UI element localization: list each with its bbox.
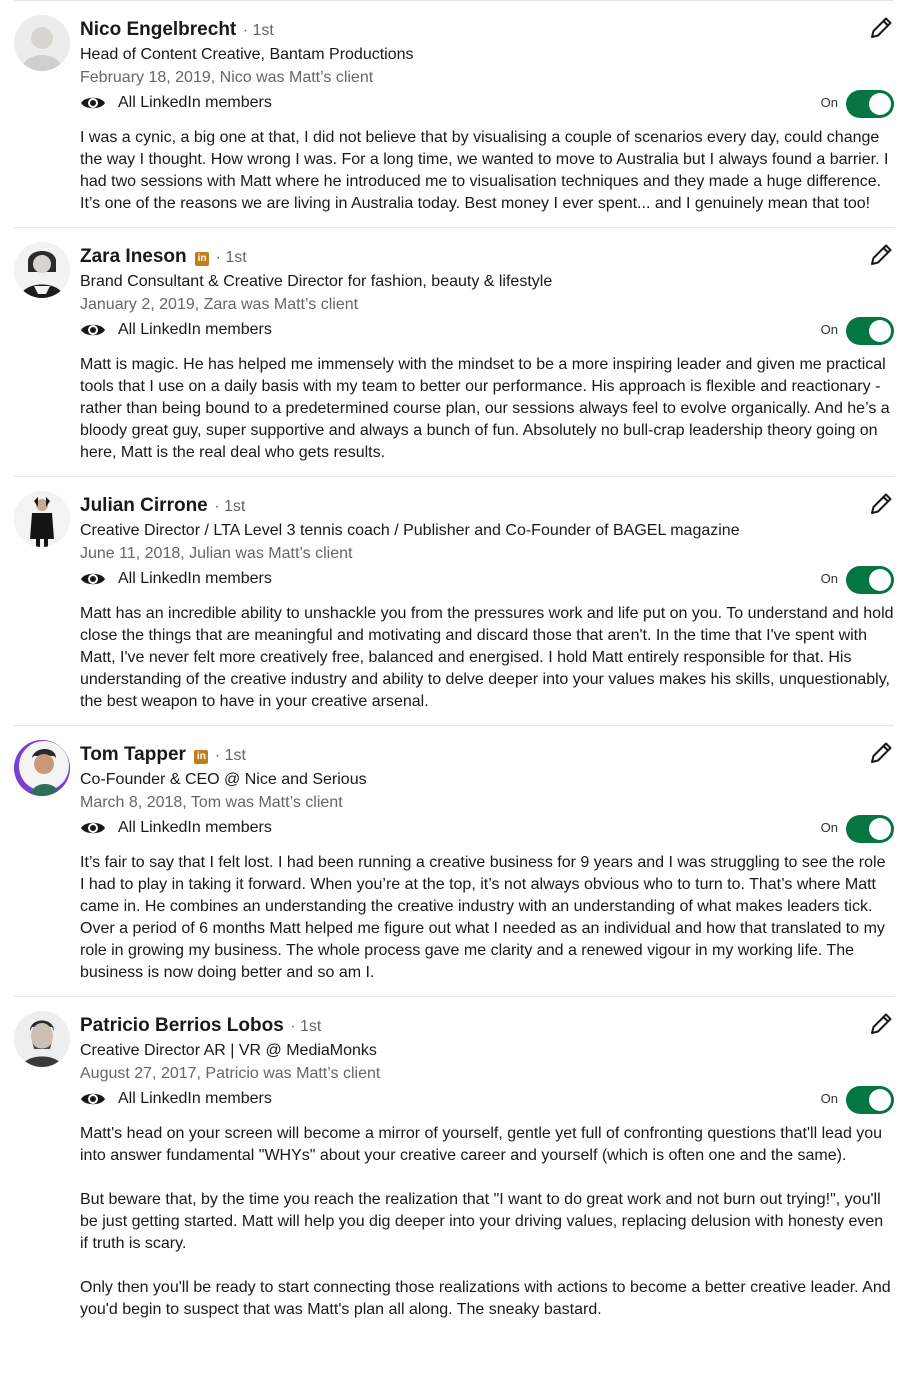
- toggle-state-label: On: [820, 820, 838, 835]
- avatar[interactable]: [14, 1011, 70, 1067]
- recommendation-text: Matt's head on your screen will become a…: [80, 1125, 891, 1318]
- recommender-headline: Creative Director AR | VR @ MediaMonks: [80, 1042, 377, 1059]
- eye-icon: [81, 573, 105, 585]
- recommendation-card: Nico Engelbrecht · 1st Head of Content C…: [14, 0, 894, 227]
- visibility-toggle[interactable]: [846, 317, 894, 345]
- avatar[interactable]: [14, 491, 70, 547]
- recommendations-list: Nico Engelbrecht · 1st Head of Content C…: [0, 0, 910, 1333]
- recommender-name[interactable]: Patricio Berrios Lobos: [80, 1015, 284, 1036]
- eye-icon: [81, 97, 105, 109]
- recommendation-date: June 11, 2018, Julian was Matt’s client: [80, 545, 353, 562]
- connection-degree: · 1st: [214, 747, 246, 764]
- connection-degree: · 1st: [242, 22, 274, 39]
- eye-icon: [81, 822, 105, 834]
- visibility-toggle[interactable]: [846, 815, 894, 843]
- person-photo-icon: [14, 1011, 70, 1067]
- recommendation-card: Zara Ineson in · 1st Brand Consultant & …: [14, 227, 894, 476]
- recommender-headline: Creative Director / LTA Level 3 tennis c…: [80, 522, 740, 539]
- recommendation-text: I was a cynic, a big one at that, I did …: [80, 129, 889, 212]
- connection-degree: · 1st: [215, 249, 247, 266]
- visibility-toggle[interactable]: [846, 1086, 894, 1114]
- recommendation-date: March 8, 2018, Tom was Matt’s client: [80, 794, 343, 811]
- visibility-toggle[interactable]: [846, 566, 894, 594]
- avatar[interactable]: [14, 15, 70, 71]
- recommendation-card: Tom Tapper in · 1st Co-Founder & CEO @ N…: [14, 725, 894, 996]
- edit-pencil-icon[interactable]: [868, 15, 894, 41]
- toggle-state-label: On: [820, 95, 838, 110]
- person-photo-icon: [14, 15, 70, 71]
- eye-icon: [81, 1093, 105, 1105]
- recommendation-text: Matt has an incredible ability to unshac…: [80, 605, 894, 710]
- recommendation-date: January 2, 2019, Zara was Matt’s client: [80, 296, 359, 313]
- visibility-label: All LinkedIn members: [118, 1090, 272, 1107]
- connection-degree: · 1st: [290, 1018, 322, 1035]
- avatar[interactable]: [14, 242, 70, 298]
- visibility-label: All LinkedIn members: [118, 94, 272, 111]
- recommendation-card: Julian Cirrone · 1st Creative Director /…: [14, 476, 894, 725]
- recommendation-card: Patricio Berrios Lobos · 1st Creative Di…: [14, 996, 894, 1333]
- visibility-label: All LinkedIn members: [118, 819, 272, 836]
- recommender-name[interactable]: Nico Engelbrecht: [80, 19, 236, 40]
- linkedin-premium-icon: in: [194, 750, 209, 764]
- avatar[interactable]: [14, 740, 70, 796]
- visibility-label: All LinkedIn members: [118, 321, 272, 338]
- recommender-name[interactable]: Tom Tapper: [80, 744, 186, 765]
- person-photo-icon: [14, 740, 70, 796]
- visibility-label: All LinkedIn members: [118, 570, 272, 587]
- person-photo-icon: [14, 242, 70, 298]
- edit-pencil-icon[interactable]: [868, 491, 894, 517]
- toggle-state-label: On: [820, 1091, 838, 1106]
- recommender-headline: Head of Content Creative, Bantam Product…: [80, 46, 414, 63]
- recommendation-text: It’s fair to say that I felt lost. I had…: [80, 854, 886, 981]
- edit-pencil-icon[interactable]: [868, 242, 894, 268]
- person-photo-icon: [14, 491, 70, 547]
- visibility-toggle[interactable]: [846, 90, 894, 118]
- edit-pencil-icon[interactable]: [868, 1011, 894, 1037]
- eye-icon: [81, 324, 105, 336]
- linkedin-premium-icon: in: [195, 252, 210, 266]
- recommendation-text: Matt is magic. He has helped me immensel…: [80, 356, 890, 461]
- toggle-state-label: On: [820, 322, 838, 337]
- recommender-name[interactable]: Julian Cirrone: [80, 495, 208, 516]
- recommendation-date: August 27, 2017, Patricio was Matt’s cli…: [80, 1065, 381, 1082]
- edit-pencil-icon[interactable]: [868, 740, 894, 766]
- recommender-headline: Co-Founder & CEO @ Nice and Serious: [80, 771, 367, 788]
- toggle-state-label: On: [820, 571, 838, 586]
- connection-degree: · 1st: [214, 498, 246, 515]
- recommendation-date: February 18, 2019, Nico was Matt’s clien…: [80, 69, 374, 86]
- recommender-name[interactable]: Zara Ineson: [80, 246, 187, 267]
- recommender-headline: Brand Consultant & Creative Director for…: [80, 273, 553, 290]
